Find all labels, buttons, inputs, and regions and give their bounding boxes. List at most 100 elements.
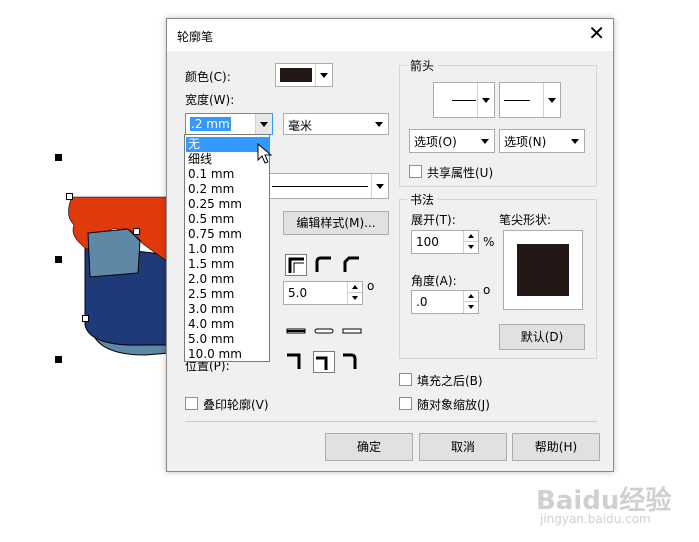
line-style-combo[interactable]: [267, 173, 389, 199]
width-option[interactable]: 5.0 mm: [186, 332, 270, 347]
width-option[interactable]: 0.5 mm: [186, 212, 270, 227]
spin-up-icon[interactable]: [463, 231, 478, 242]
width-option[interactable]: 2.5 mm: [186, 287, 270, 302]
spin-up-icon[interactable]: [347, 282, 362, 293]
chevron-down-icon[interactable]: [371, 174, 388, 198]
unit-combo[interactable]: 毫米: [283, 113, 389, 135]
chevron-down-icon[interactable]: [477, 130, 494, 152]
width-combo[interactable]: .2 mm: [185, 113, 273, 135]
chevron-down-icon[interactable]: [371, 114, 388, 134]
unit-value: 毫米: [288, 119, 313, 133]
width-option[interactable]: 0.75 mm: [186, 227, 270, 242]
position-center-button[interactable]: [313, 351, 335, 373]
selection-handle[interactable]: [55, 356, 62, 363]
behind-fill-label: 填充之后(B): [417, 374, 483, 388]
degree-symbol: o: [367, 279, 375, 293]
edit-style-button[interactable]: 编辑样式(M)...: [283, 211, 389, 235]
width-option[interactable]: 10.0 mm: [186, 347, 270, 362]
width-option[interactable]: 0.1 mm: [186, 167, 270, 182]
default-button[interactable]: 默认(D): [499, 324, 585, 350]
stretch-value[interactable]: 100: [416, 235, 439, 249]
cancel-button[interactable]: 取消: [419, 433, 507, 461]
width-option[interactable]: 1.5 mm: [186, 257, 270, 272]
start-arrow-preview: [452, 100, 476, 101]
corner-bevel-button[interactable]: [341, 254, 363, 276]
line-cap-round-icon: [314, 328, 334, 334]
angle-degree-symbol: o: [483, 283, 491, 297]
node-handle[interactable]: [82, 315, 89, 322]
help-button[interactable]: 帮助(H): [512, 433, 600, 461]
behind-fill-checkbox[interactable]: [399, 373, 412, 386]
width-value[interactable]: .2 mm: [190, 117, 231, 131]
arrow-options-right-label: 选项(N): [504, 135, 547, 149]
selection-handle[interactable]: [55, 256, 62, 263]
chevron-down-icon[interactable]: [315, 64, 332, 86]
percent-symbol: %: [483, 235, 495, 249]
overprint-label: 叠印轮廓(V): [203, 398, 269, 412]
corner-round-icon: [315, 256, 331, 272]
corner-round-button[interactable]: [313, 254, 335, 276]
nib-shape-label: 笔尖形状:: [499, 213, 552, 227]
nib-shape-square: [517, 244, 569, 296]
selection-handle[interactable]: [55, 154, 62, 161]
spin-down-icon[interactable]: [463, 242, 478, 253]
cap-flat-button[interactable]: [285, 321, 307, 343]
scale-with-object-checkbox[interactable]: [399, 397, 412, 410]
share-attributes-label: 共享属性(U): [427, 166, 494, 180]
canvas-artwork: [68, 196, 171, 356]
mouse-pointer-icon: [257, 143, 273, 164]
miter-limit-spinner[interactable]: 5.0: [283, 281, 363, 305]
angle-spinner[interactable]: .0: [411, 290, 479, 314]
nib-shape-preview[interactable]: [503, 230, 583, 310]
position-inside-icon: [343, 353, 357, 369]
chevron-down-icon[interactable]: [477, 83, 494, 117]
miter-limit-value[interactable]: 5.0: [288, 286, 307, 300]
start-arrow-combo[interactable]: [433, 82, 495, 118]
chevron-down-icon[interactable]: [567, 130, 584, 152]
watermark-url: jingyan.baidu.com: [540, 512, 651, 526]
end-arrow-preview: [504, 100, 530, 101]
corner-miter-icon: [288, 257, 304, 273]
position-outside-button[interactable]: [285, 351, 307, 373]
spin-down-icon[interactable]: [347, 293, 362, 304]
arrow-options-left-label: 选项(O): [414, 135, 457, 149]
stretch-label: 展开(T):: [411, 213, 456, 227]
arrow-options-right-combo[interactable]: 选项(N): [499, 129, 585, 153]
position-inside-button[interactable]: [341, 351, 363, 373]
ok-button[interactable]: 确定: [325, 433, 413, 461]
arrows-group-title: 箭头: [407, 57, 438, 74]
color-picker-button[interactable]: [275, 63, 333, 87]
chevron-down-icon[interactable]: [543, 83, 560, 117]
node-handle[interactable]: [133, 228, 140, 235]
line-cap-flat-icon: [286, 328, 306, 334]
width-option[interactable]: 2.0 mm: [186, 272, 270, 287]
end-arrow-combo[interactable]: [499, 82, 561, 118]
width-option[interactable]: 0.25 mm: [186, 197, 270, 212]
width-dropdown-list[interactable]: 无 细线 0.1 mm 0.2 mm 0.25 mm 0.5 mm 0.75 m…: [184, 134, 270, 362]
cap-square-button[interactable]: [341, 321, 363, 343]
corner-miter-button[interactable]: [285, 254, 307, 276]
spin-down-icon[interactable]: [463, 302, 478, 313]
stretch-spinner[interactable]: 100: [411, 230, 479, 254]
width-option[interactable]: 3.0 mm: [186, 302, 270, 317]
width-option[interactable]: 1.0 mm: [186, 242, 270, 257]
line-cap-square-icon: [342, 328, 362, 334]
close-icon[interactable]: ✕: [588, 23, 605, 43]
corner-bevel-icon: [343, 256, 359, 272]
spin-up-icon[interactable]: [463, 291, 478, 302]
node-handle[interactable]: [66, 193, 73, 200]
color-swatch: [280, 68, 312, 82]
angle-value[interactable]: .0: [416, 295, 427, 309]
overprint-checkbox[interactable]: [185, 397, 198, 410]
width-label: 宽度(W):: [185, 93, 235, 107]
arrow-options-left-combo[interactable]: 选项(O): [409, 129, 495, 153]
cap-round-button[interactable]: [313, 321, 335, 343]
calligraphy-group-title: 书法: [407, 191, 438, 208]
dialog-title: 轮廓笔: [177, 30, 214, 44]
angle-label: 角度(A):: [411, 274, 457, 288]
color-label: 颜色(C):: [185, 70, 231, 84]
chevron-down-icon[interactable]: [255, 114, 272, 134]
width-option[interactable]: 0.2 mm: [186, 182, 270, 197]
width-option[interactable]: 4.0 mm: [186, 317, 270, 332]
share-attributes-checkbox[interactable]: [409, 165, 422, 178]
